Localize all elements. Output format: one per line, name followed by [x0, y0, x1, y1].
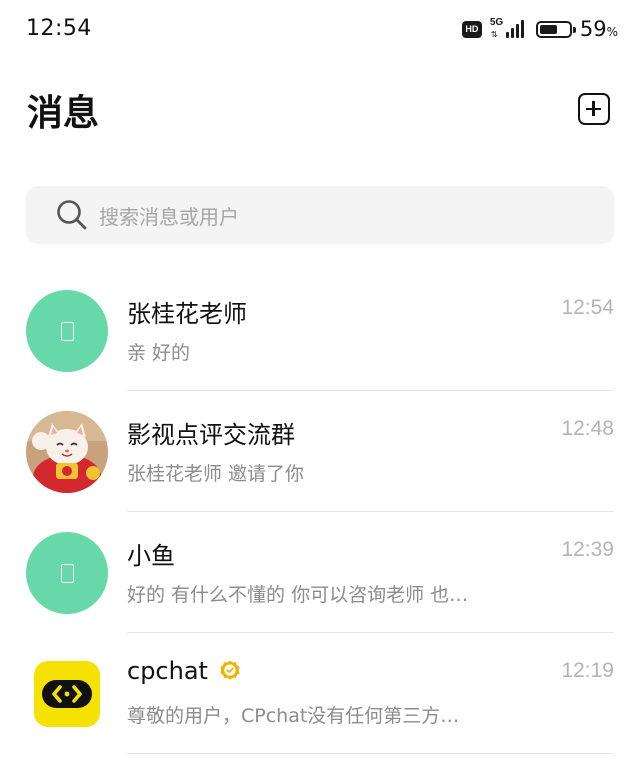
conversation-name: cpchat — [127, 657, 242, 685]
conversation-name: 张桂花老师 — [127, 300, 247, 328]
status-time: 12:54 — [26, 16, 92, 41]
add-button[interactable] — [578, 93, 610, 125]
conversation-name: 小鱼 — [127, 542, 175, 570]
battery-percent: 59% — [579, 17, 618, 41]
page-title: 消息 — [27, 93, 100, 134]
search-icon — [57, 200, 87, 230]
conversation-preview: 好的 有什么不懂的 你可以咨询老师 也… — [127, 584, 469, 606]
divider — [127, 753, 614, 754]
signal-icon: 5G ⇅ — [489, 17, 528, 40]
conversation-item[interactable]: cpchat 尊敬的用户，CPchat没有任何第三方… 12:19 — [0, 633, 640, 754]
conversation-name: 影视点评交流群 — [127, 421, 295, 449]
default-avatar — [26, 290, 108, 372]
lucky-cat-photo — [26, 411, 108, 493]
conversation-preview: 张桂花老师 邀请了你 — [127, 463, 305, 485]
conversation-list: 张桂花老师 亲 好的 12:54 影视点评交流群 张桂花老师 邀请了你 12:4… — [0, 270, 640, 754]
default-avatar — [26, 532, 108, 614]
conversation-preview: 亲 好的 — [127, 342, 191, 364]
hd-icon: HD — [461, 20, 482, 38]
data-arrows-icon: ⇅ — [490, 30, 498, 39]
cpchat-logo — [34, 661, 100, 727]
conversation-time: 12:39 — [561, 538, 614, 561]
conversation-time: 12:54 — [561, 296, 614, 319]
network-type-label: 5G — [489, 17, 504, 28]
battery-fill — [539, 24, 557, 34]
lucky-cat-avatar — [26, 411, 108, 493]
conversation-item[interactable]: 影视点评交流群 张桂花老师 邀请了你 12:48 — [0, 391, 640, 512]
verified-badge-icon — [220, 660, 240, 680]
conversation-time: 12:48 — [561, 417, 614, 440]
conversation-time: 12:19 — [561, 659, 614, 682]
status-bar: 12:54 HD 5G ⇅ 59% — [0, 0, 640, 62]
conversation-preview: 尊敬的用户，CPchat没有任何第三方… — [127, 705, 460, 727]
search-placeholder: 搜索消息或用户 — [99, 204, 239, 229]
status-icons: HD 5G ⇅ 59% — [461, 17, 618, 41]
search-input[interactable]: 搜索消息或用户 — [26, 186, 614, 244]
conversation-item[interactable]: 小鱼 好的 有什么不懂的 你可以咨询老师 也… 12:39 — [0, 512, 640, 633]
cpchat-logo-icon — [34, 661, 100, 727]
conversation-item[interactable]: 张桂花老师 亲 好的 12:54 — [0, 270, 640, 391]
battery-icon — [535, 20, 576, 38]
